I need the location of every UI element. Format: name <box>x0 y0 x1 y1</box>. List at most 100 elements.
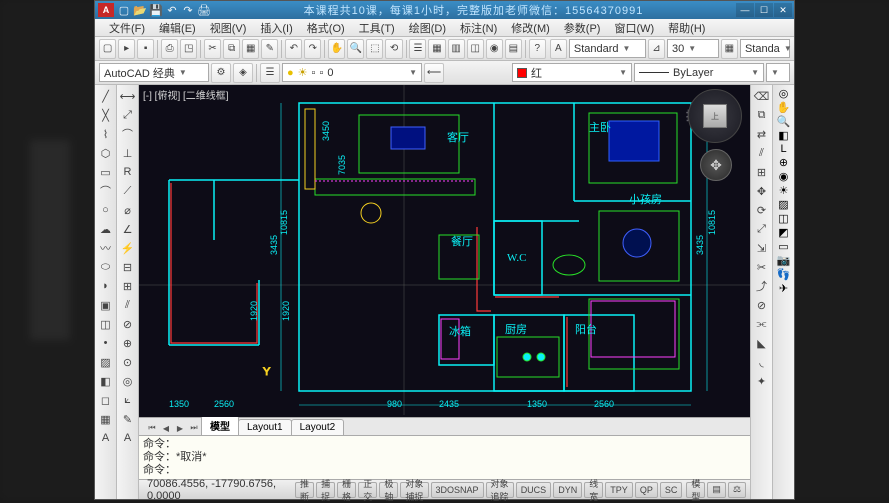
status-dyn[interactable]: DYN <box>553 482 582 498</box>
menu-edit[interactable]: 编辑(E) <box>153 19 202 37</box>
render-icon[interactable]: ◉ <box>779 170 789 183</box>
viewcube-face[interactable]: 上 <box>703 104 727 128</box>
toolpalette-icon[interactable]: ▥ <box>448 39 465 59</box>
mapping-icon[interactable]: ◫ <box>778 212 788 225</box>
coords-readout[interactable]: 70086.4556, -17790.6756, 0.0000 <box>143 478 293 502</box>
qat-open-icon[interactable]: 📂 <box>133 3 147 17</box>
material-icon[interactable]: ▨ <box>778 198 788 211</box>
3dorbit-icon[interactable]: ◎ <box>779 87 789 100</box>
redo-icon[interactable]: ↷ <box>304 39 321 59</box>
tablestyle-icon[interactable]: ▦ <box>721 39 738 59</box>
command-line[interactable]: 命令： 命令：*取消* 命令： <box>139 435 750 479</box>
point-icon[interactable]: • <box>97 334 115 352</box>
dim-break-icon[interactable]: ⊘ <box>119 315 137 333</box>
menu-insert[interactable]: 插入(I) <box>254 19 298 37</box>
ellipsearc-icon[interactable]: ◗ <box>97 277 115 295</box>
textstyle-combo[interactable]: Standard▼ <box>569 39 646 58</box>
new-icon[interactable]: ▢ <box>99 39 116 59</box>
array-icon[interactable]: ⊞ <box>753 163 771 181</box>
dimedit-icon[interactable]: ✎ <box>119 410 137 428</box>
designcenter-icon[interactable]: ▦ <box>428 39 445 59</box>
fly-icon[interactable]: ✈ <box>779 282 788 295</box>
tab-last-icon[interactable]: ⏭ <box>187 421 201 435</box>
dim-radius-icon[interactable]: R <box>119 163 137 181</box>
status-lwt[interactable]: 线宽 <box>584 482 603 498</box>
viewcube[interactable]: 上 <box>688 89 742 143</box>
tab-model[interactable]: 模型 <box>201 415 239 435</box>
zoom-prev-icon[interactable]: ⟲ <box>385 39 402 59</box>
dim-linear-icon[interactable]: ⟷ <box>119 87 137 105</box>
status-infer[interactable]: 推断 <box>295 482 314 498</box>
nav-wheel[interactable]: ✥ <box>700 149 732 181</box>
dim-diameter-icon[interactable]: ⌀ <box>119 201 137 219</box>
erase-icon[interactable]: ⌫ <box>753 87 771 105</box>
spline-icon[interactable]: 〰 <box>97 239 115 257</box>
scale-icon[interactable]: ⤢ <box>753 220 771 238</box>
offset-icon[interactable]: ⫽ <box>753 144 771 162</box>
move-icon[interactable]: ✥ <box>753 182 771 200</box>
dimstyle-combo[interactable]: 30▼ <box>667 39 719 58</box>
mirror-icon[interactable]: ⇄ <box>753 125 771 143</box>
zoom-window-icon[interactable]: ⬚ <box>366 39 383 59</box>
save-icon[interactable]: ▪ <box>137 39 154 59</box>
tab-next-icon[interactable]: ▶ <box>173 421 187 435</box>
insert-icon[interactable]: ▣ <box>97 296 115 314</box>
polygon-icon[interactable]: ⬡ <box>97 144 115 162</box>
minimize-button[interactable]: — <box>736 3 754 17</box>
inspect-icon[interactable]: ◎ <box>119 372 137 390</box>
maximize-button[interactable]: ☐ <box>755 3 773 17</box>
preview-icon[interactable]: ◳ <box>180 39 197 59</box>
layer-props-icon[interactable]: ☰ <box>260 63 280 83</box>
region-icon[interactable]: ◻ <box>97 391 115 409</box>
block-icon[interactable]: ◫ <box>97 315 115 333</box>
flatshot-icon[interactable]: ▭ <box>778 240 788 253</box>
explode-icon[interactable]: ✦ <box>753 372 771 390</box>
ucs-world-icon[interactable]: ⊕ <box>779 156 788 169</box>
xline-icon[interactable]: ╳ <box>97 106 115 124</box>
status-annoscale-icon[interactable]: ⚖ <box>728 482 746 498</box>
ucs-icon[interactable]: L <box>780 143 786 155</box>
drawing-canvas[interactable]: [-] [俯视] [二维线框] 搜狐视频 <box>139 85 750 417</box>
workspace-combo[interactable]: AutoCAD 经典▼ <box>99 63 209 82</box>
zoom-icon[interactable]: 🔍 <box>347 39 364 59</box>
section-icon[interactable]: ◩ <box>778 226 788 239</box>
menu-format[interactable]: 格式(O) <box>301 19 351 37</box>
status-polar[interactable]: 极轴 <box>379 482 398 498</box>
layer-combo[interactable]: ● ☀ ▫ ▫ 0 ▼ <box>282 63 422 82</box>
menu-tools[interactable]: 工具(T) <box>353 19 401 37</box>
dim-angular-icon[interactable]: ∠ <box>119 220 137 238</box>
dimtedit-icon[interactable]: A <box>119 429 137 447</box>
stretch-icon[interactable]: ⇲ <box>753 239 771 257</box>
gradient-icon[interactable]: ◧ <box>97 372 115 390</box>
dim-baseline-icon[interactable]: ⊟ <box>119 258 137 276</box>
pan-icon[interactable]: ✋ <box>328 39 345 59</box>
status-grid[interactable]: 栅格 <box>337 482 356 498</box>
textstyle-icon[interactable]: A <box>550 39 567 59</box>
status-otrack[interactable]: 对象追踪 <box>486 482 514 498</box>
qat-redo-icon[interactable]: ↷ <box>181 3 195 17</box>
centermark-icon[interactable]: ⊙ <box>119 353 137 371</box>
menu-draw[interactable]: 绘图(D) <box>403 19 452 37</box>
dim-aligned-icon[interactable]: ⤢ <box>119 106 137 124</box>
status-3dosnap[interactable]: 3DOSNAP <box>431 482 484 498</box>
arc-icon[interactable]: ⌒ <box>97 182 115 200</box>
tab-first-icon[interactable]: ⏮ <box>145 421 159 435</box>
dim-space-icon[interactable]: ⫽ <box>119 296 137 314</box>
menu-modify[interactable]: 修改(M) <box>505 19 556 37</box>
rotate-icon[interactable]: ⟳ <box>753 201 771 219</box>
light-icon[interactable]: ☀ <box>779 184 789 197</box>
calc-icon[interactable]: ▤ <box>505 39 522 59</box>
status-ortho[interactable]: 正交 <box>358 482 377 498</box>
camera-icon[interactable]: 📷 <box>777 254 791 267</box>
status-snap[interactable]: 捕捉 <box>316 482 335 498</box>
break-icon[interactable]: ⊘ <box>753 296 771 314</box>
tolerance-icon[interactable]: ⊕ <box>119 334 137 352</box>
tab-layout2[interactable]: Layout2 <box>291 419 345 435</box>
color-combo[interactable]: 红▼ <box>512 63 632 82</box>
plot-icon[interactable]: ⎙ <box>161 39 178 59</box>
table-icon[interactable]: ▦ <box>97 410 115 428</box>
layer-prev-icon[interactable]: ⟵ <box>424 63 444 83</box>
mtext-icon[interactable]: A <box>97 429 115 447</box>
copy-icon[interactable]: ⧉ <box>223 39 240 59</box>
qat-save-icon[interactable]: 💾 <box>149 3 163 17</box>
